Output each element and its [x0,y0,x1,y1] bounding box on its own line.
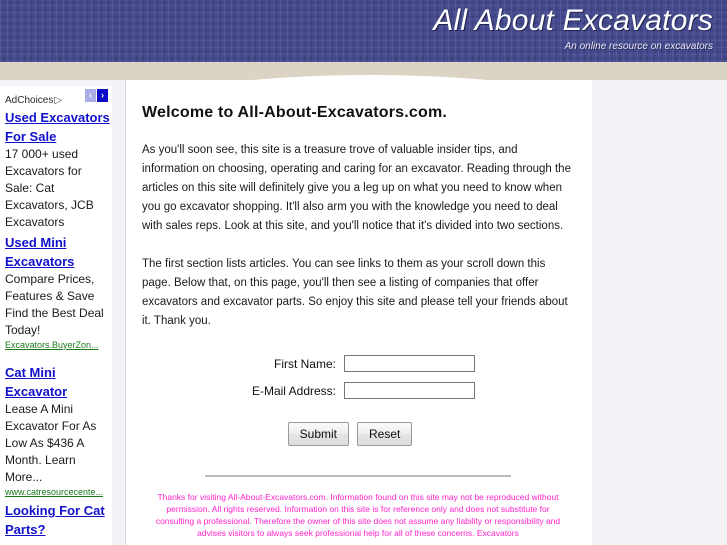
email-input[interactable] [344,382,475,399]
content-inner: Welcome to All-About-Excavators.com. As … [126,80,592,539]
adchoices-triangle-icon[interactable]: ▷ [54,95,62,106]
ad-title-link[interactable]: Used Mini Excavators [5,233,110,271]
first-name-label: First Name: [273,356,336,371]
adchoices-bar: AdChoices▷ ‹ › [5,86,110,108]
signup-form: First Name: E-Mail Address: Submit Reset [142,355,574,446]
advertisement-sidebar: AdChoices▷ ‹ › Used Excavators For Sale … [0,86,112,545]
email-label: E-Mail Address: [251,383,336,398]
intro-paragraph-1: As you'll soon see, this site is a treas… [142,144,571,232]
reset-button[interactable]: Reset [357,422,413,446]
first-name-input[interactable] [344,355,475,372]
ad-display-url[interactable]: www.catresourcecente... [5,486,110,499]
site-title: All About Excavators [433,4,713,37]
main-content-panel: Welcome to All-About-Excavators.com. As … [125,80,592,545]
footer-disclaimer: Thanks for visiting All-About-Excavators… [155,492,561,538]
ad-description: Compare Prices, Features & Save Find the… [5,272,104,337]
page-title: Welcome to All-About-Excavators.com. [142,104,448,121]
ad-item: Used Excavators For Sale 17 000+ used Ex… [5,108,110,231]
ad-spacer [5,354,110,363]
ad-description: 17 000+ used Excavators for Sale: Cat Ex… [5,147,94,229]
ad-prev-arrow-icon[interactable]: ‹ [85,89,96,102]
ad-item: Looking For Cat Parts? [5,501,110,539]
footer-divider [205,475,511,477]
submit-button[interactable]: Submit [287,422,349,446]
ad-title-link[interactable]: Looking For Cat Parts? [5,501,110,539]
site-tagline: An online resource on excavators [564,41,713,52]
ad-item: Cat Mini Excavator Lease A Mini Excavato… [5,363,110,499]
ad-title-link[interactable]: Used Excavators For Sale [5,108,110,146]
ad-description: Lease A Mini Excavator For As Low As $43… [5,402,97,484]
ad-item: Used Mini Excavators Compare Prices, Fea… [5,233,110,352]
ad-display-url[interactable]: Excavators.BuyerZon... [5,339,110,352]
site-banner: All About Excavators An online resource … [0,0,727,62]
email-row: E-Mail Address: [142,382,574,399]
ad-title-link[interactable]: Cat Mini Excavator [5,363,110,401]
form-button-row: Submit Reset [142,422,574,446]
ad-nav-controls: ‹ › [85,89,108,102]
intro-paragraph-2: The first section lists articles. You ca… [142,258,568,327]
adchoices-label[interactable]: AdChoices [5,95,53,106]
ad-next-arrow-icon[interactable]: › [97,89,108,102]
first-name-row: First Name: [142,355,574,372]
